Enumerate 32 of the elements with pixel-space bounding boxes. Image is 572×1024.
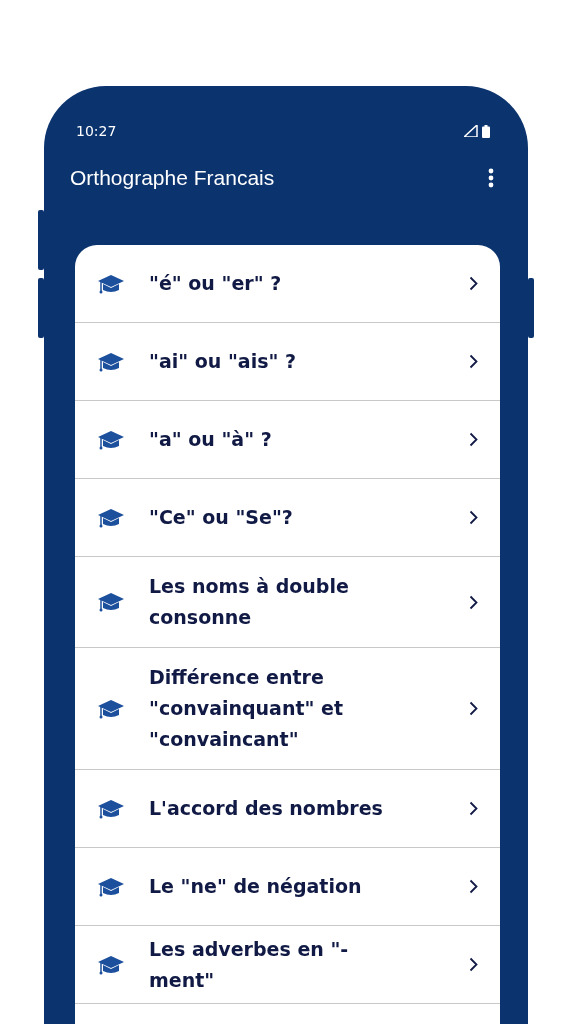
lesson-item[interactable]: Les noms à double consonne (75, 557, 500, 648)
graduation-cap-icon (97, 697, 125, 720)
lesson-item[interactable]: "a" ou "à" ? (75, 401, 500, 479)
chevron-right-icon (469, 510, 478, 525)
status-time: 10:27 (76, 123, 117, 139)
more-menu-button[interactable] (488, 168, 494, 188)
chevron-right-icon (469, 594, 478, 610)
chevron-right-icon (469, 276, 478, 291)
chevron-right-icon (469, 354, 478, 369)
lesson-item[interactable]: Les adverbes en "-ment" (75, 926, 500, 1004)
chevron-right-icon (469, 879, 478, 894)
graduation-cap-icon (97, 953, 125, 976)
lesson-item[interactable]: "é" ou "er" ? (75, 245, 500, 323)
lesson-item[interactable]: L'accord des nombres (75, 770, 500, 848)
graduation-cap-icon (97, 875, 125, 898)
graduation-cap-icon (97, 591, 125, 613)
lesson-item[interactable]: "Ce" ou "Se"? (75, 479, 500, 557)
app-title: Orthographe Francais (70, 166, 275, 190)
lesson-item[interactable]: Le "ne" de négation (75, 848, 500, 926)
chevron-right-icon (469, 801, 478, 816)
chevron-right-icon (469, 957, 478, 972)
signal-icon (464, 125, 478, 137)
graduation-cap-icon (97, 797, 125, 820)
graduation-cap-icon (97, 428, 125, 451)
battery-icon (482, 124, 490, 138)
chevron-right-icon (469, 432, 478, 447)
graduation-cap-icon (97, 272, 125, 295)
graduation-cap-icon (97, 350, 125, 373)
lesson-item[interactable]: "ai" ou "ais" ? (75, 323, 500, 401)
graduation-cap-icon (97, 506, 125, 529)
chevron-right-icon (469, 701, 478, 716)
lesson-item[interactable]: Différence entre "convainquant" et "convaincant" (75, 648, 500, 770)
